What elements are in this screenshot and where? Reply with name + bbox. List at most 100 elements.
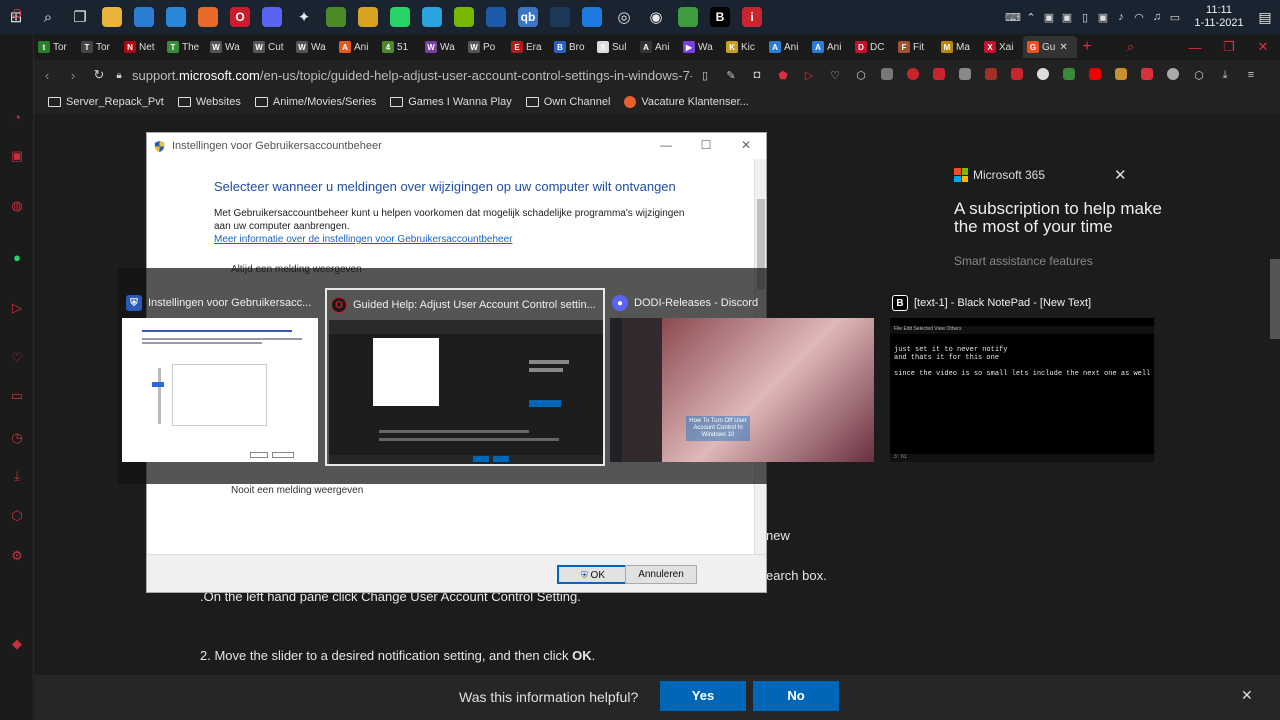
extension-x-icon[interactable] — [1030, 67, 1056, 83]
browser-tab[interactable]: T Tor — [77, 36, 120, 58]
back-icon[interactable]: ‹ — [34, 68, 60, 83]
browser-tab[interactable]: A Ani — [765, 36, 808, 58]
bookmark-item[interactable]: Vacature Klantenser... — [624, 96, 749, 108]
browser-tab[interactable]: W Wa — [292, 36, 335, 58]
extension-gray-icon[interactable] — [952, 67, 978, 83]
browser-tab[interactable]: K Kic — [722, 36, 765, 58]
messenger-icon[interactable]: ◍ — [7, 196, 27, 216]
menu-icon[interactable]: ≡ — [1238, 69, 1264, 81]
opera-menu-icon[interactable]: O — [7, 4, 27, 24]
opera-icon[interactable]: O — [224, 0, 256, 34]
browser-tab[interactable]: X Xai — [980, 36, 1023, 58]
bookmark-item[interactable]: Server_Repack_Pvt — [48, 96, 164, 108]
close-icon[interactable]: ✕ — [726, 133, 766, 159]
browser-tab[interactable]: B Bro — [550, 36, 593, 58]
steam-icon[interactable] — [544, 0, 576, 34]
download-icon[interactable]: ⤓ — [1212, 69, 1238, 82]
bookmark-item[interactable]: Anime/Movies/Series — [254, 96, 376, 108]
browser-tab[interactable]: W Po — [464, 36, 507, 58]
browser-tab[interactable]: W Cut — [249, 36, 292, 58]
extension-red-icon[interactable] — [926, 67, 952, 83]
browser-tab[interactable]: T The — [163, 36, 206, 58]
tab-search-icon[interactable]: ⌕ — [1127, 39, 1134, 55]
extension-shield-icon[interactable] — [978, 67, 1004, 83]
no-button[interactable]: No — [753, 681, 839, 711]
file-explorer-icon[interactable] — [96, 0, 128, 34]
flow-icon[interactable]: ▷ — [796, 69, 822, 82]
opera-badge-icon[interactable]: ◆ — [7, 634, 27, 654]
app-yellow-icon[interactable] — [352, 0, 384, 34]
share-icon[interactable]: ✎ — [718, 69, 744, 82]
xbox-icon[interactable] — [672, 0, 704, 34]
switcher-item-uac[interactable]: ⛨ Instellingen voor Gebruikersacc... — [122, 288, 322, 464]
chevron-up-icon[interactable]: ⌃ — [1022, 11, 1040, 24]
switcher-item-browser[interactable]: O Guided Help: Adjust User Account Contr… — [325, 288, 605, 466]
more-info-link[interactable]: Meer informatie over de instellingen voo… — [214, 234, 513, 245]
app-green-icon[interactable] — [320, 0, 352, 34]
whatsapp-icon[interactable] — [384, 0, 416, 34]
search-icon[interactable]: ⌕ — [32, 0, 64, 34]
wifi-icon[interactable]: ◠ — [1130, 11, 1148, 24]
calendar-icon[interactable] — [128, 0, 160, 34]
browser-tab[interactable]: A Ani — [636, 36, 679, 58]
whatsapp-icon[interactable]: ● — [7, 248, 27, 268]
mic-icon[interactable]: ♪ — [1112, 11, 1130, 23]
close-icon[interactable]: ✕ — [1114, 166, 1127, 184]
extension-palette-icon[interactable] — [1160, 67, 1186, 83]
yes-button[interactable]: Yes — [660, 681, 746, 711]
blacknotepad-icon[interactable]: B — [704, 0, 736, 34]
qbittorrent-icon[interactable]: qb — [512, 0, 544, 34]
firefox-icon[interactable] — [192, 0, 224, 34]
minimize-icon[interactable]: — — [1178, 40, 1212, 55]
tab-close-icon[interactable]: ✕ — [1059, 42, 1067, 53]
close-icon[interactable]: ✕ — [1241, 687, 1253, 704]
browser-tab[interactable]: N Net — [120, 36, 163, 58]
app-bolt-icon[interactable] — [576, 0, 608, 34]
extensions-cube-icon[interactable]: ⬡ — [1186, 69, 1212, 82]
browser-tab[interactable]: 4 51 — [378, 36, 421, 58]
switcher-item-notepad[interactable]: B [text-1] - Black NotePad - [New Text] … — [888, 288, 1156, 464]
bookmark-item[interactable]: Own Channel — [525, 96, 610, 108]
reader-icon[interactable]: ▯ — [692, 69, 718, 82]
tray-app-icon[interactable]: ▣ — [1058, 11, 1076, 24]
browser-tab[interactable]: S Sul — [593, 36, 636, 58]
steam-link-icon[interactable]: ✦ — [288, 0, 320, 34]
browser-tab[interactable]: M Ma — [937, 36, 980, 58]
extension-1-icon[interactable] — [874, 67, 900, 83]
tray-app-icon[interactable]: ▣ — [1094, 11, 1112, 24]
task-view-icon[interactable]: ❐ — [64, 0, 96, 34]
adblock-icon[interactable] — [900, 67, 926, 83]
browser-tab[interactable]: A Ani — [808, 36, 851, 58]
cube-icon[interactable]: ⬡ — [848, 69, 874, 82]
telegram-icon[interactable] — [416, 0, 448, 34]
tray-app-icon[interactable]: ▣ — [1040, 11, 1058, 24]
switcher-item-discord[interactable]: ● DODI-Releases - Discord How To Turn Of… — [608, 288, 876, 464]
close-icon[interactable]: ✕ — [1246, 39, 1280, 55]
browser-tab[interactable]: t Tor — [34, 36, 77, 58]
extension-cookie-icon[interactable] — [1108, 67, 1134, 83]
ok-button[interactable]: ⛨ OK — [557, 565, 629, 584]
reload-icon[interactable]: ↻ — [86, 67, 112, 83]
notification-center-icon[interactable]: ▤ — [1250, 9, 1280, 26]
speed-dial-icon[interactable]: ◔ — [7, 108, 27, 128]
extension-s-icon[interactable] — [1004, 67, 1030, 83]
obs-icon[interactable]: ◉ — [640, 0, 672, 34]
maximize-icon[interactable]: ❐ — [1212, 39, 1246, 55]
volume-icon[interactable]: ♫ — [1148, 11, 1166, 23]
discord-icon[interactable] — [256, 0, 288, 34]
nvidia-icon[interactable] — [448, 0, 480, 34]
chat-icon[interactable]: ▭ — [1166, 11, 1184, 24]
browser-tab[interactable]: W Wa — [421, 36, 464, 58]
youtube-icon[interactable] — [1082, 67, 1108, 83]
app-blue-icon[interactable] — [480, 0, 512, 34]
browser-tab[interactable]: G Gu ✕ — [1023, 36, 1077, 58]
vpn-shield-icon[interactable]: ⬟ — [770, 69, 796, 82]
mail-icon[interactable] — [160, 0, 192, 34]
browser-tab[interactable]: E Era — [507, 36, 550, 58]
browser-tab[interactable]: A Ani — [335, 36, 378, 58]
clock[interactable]: 11:11 1-11-2021 — [1188, 4, 1250, 30]
url-field[interactable]: support.microsoft.com/en-us/topic/guided… — [132, 68, 692, 83]
bookmark-heart-icon[interactable]: ♡ — [822, 69, 848, 82]
extension-pen-icon[interactable] — [1134, 67, 1160, 83]
maximize-icon[interactable]: ☐ — [686, 133, 726, 159]
